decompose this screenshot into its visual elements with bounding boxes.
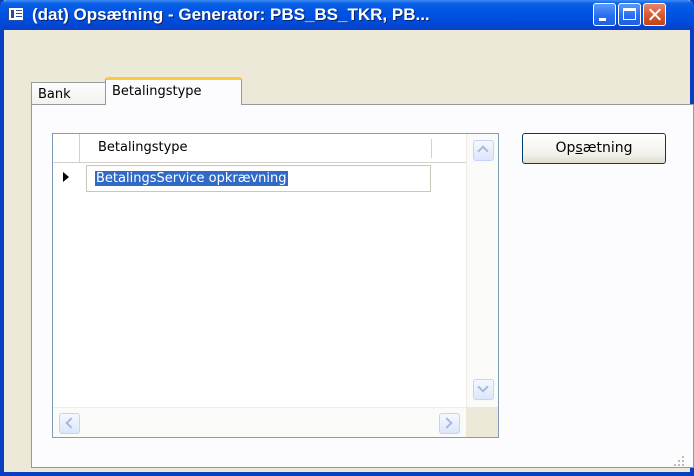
setup-button-label-prefix: Op — [555, 140, 576, 156]
table-row[interactable]: BetalingsService opkrævning — [53, 164, 466, 193]
column-divider[interactable] — [431, 139, 432, 158]
scrollbar-corner — [466, 407, 498, 437]
payment-type-grid: Betalingstype BetalingsService opkrævnin… — [52, 133, 499, 438]
tab-betalingstype[interactable]: Betalingstype — [105, 77, 242, 105]
column-header-betalingstype[interactable]: Betalingstype — [98, 140, 188, 155]
minimize-icon[interactable] — [593, 3, 616, 26]
title-bar[interactable]: (dat) Opsætning - Generator: PBS_BS_TKR,… — [0, 0, 694, 30]
vertical-scrollbar[interactable] — [466, 134, 498, 407]
setup-button-mnemonic: s — [575, 140, 583, 156]
maximize-icon[interactable] — [618, 3, 641, 26]
current-row-indicator-icon — [63, 172, 69, 182]
dialog-window: (dat) Opsætning - Generator: PBS_BS_TKR,… — [0, 0, 694, 476]
close-icon[interactable] — [643, 3, 666, 26]
scroll-left-icon[interactable] — [59, 413, 80, 434]
horizontal-scrollbar[interactable] — [53, 407, 466, 437]
scroll-up-icon[interactable] — [473, 140, 494, 161]
grid-header: Betalingstype — [53, 134, 466, 163]
tab-bank-label: Bank — [38, 87, 71, 102]
form-icon[interactable] — [8, 7, 24, 21]
setup-button[interactable]: Opsætning — [522, 133, 666, 164]
scroll-down-icon[interactable] — [473, 379, 494, 400]
setup-button-label-suffix: ætning — [582, 140, 633, 156]
tab-bank[interactable]: Bank — [31, 82, 106, 104]
cell-value[interactable]: BetalingsService opkrævning — [95, 171, 288, 186]
resize-grip-icon[interactable] — [672, 454, 684, 466]
row-selector-header[interactable] — [53, 134, 80, 162]
scroll-right-icon[interactable] — [439, 413, 460, 434]
tab-betalingstype-label: Betalingstype — [112, 84, 202, 99]
window-title: (dat) Opsætning - Generator: PBS_BS_TKR,… — [32, 5, 430, 24]
